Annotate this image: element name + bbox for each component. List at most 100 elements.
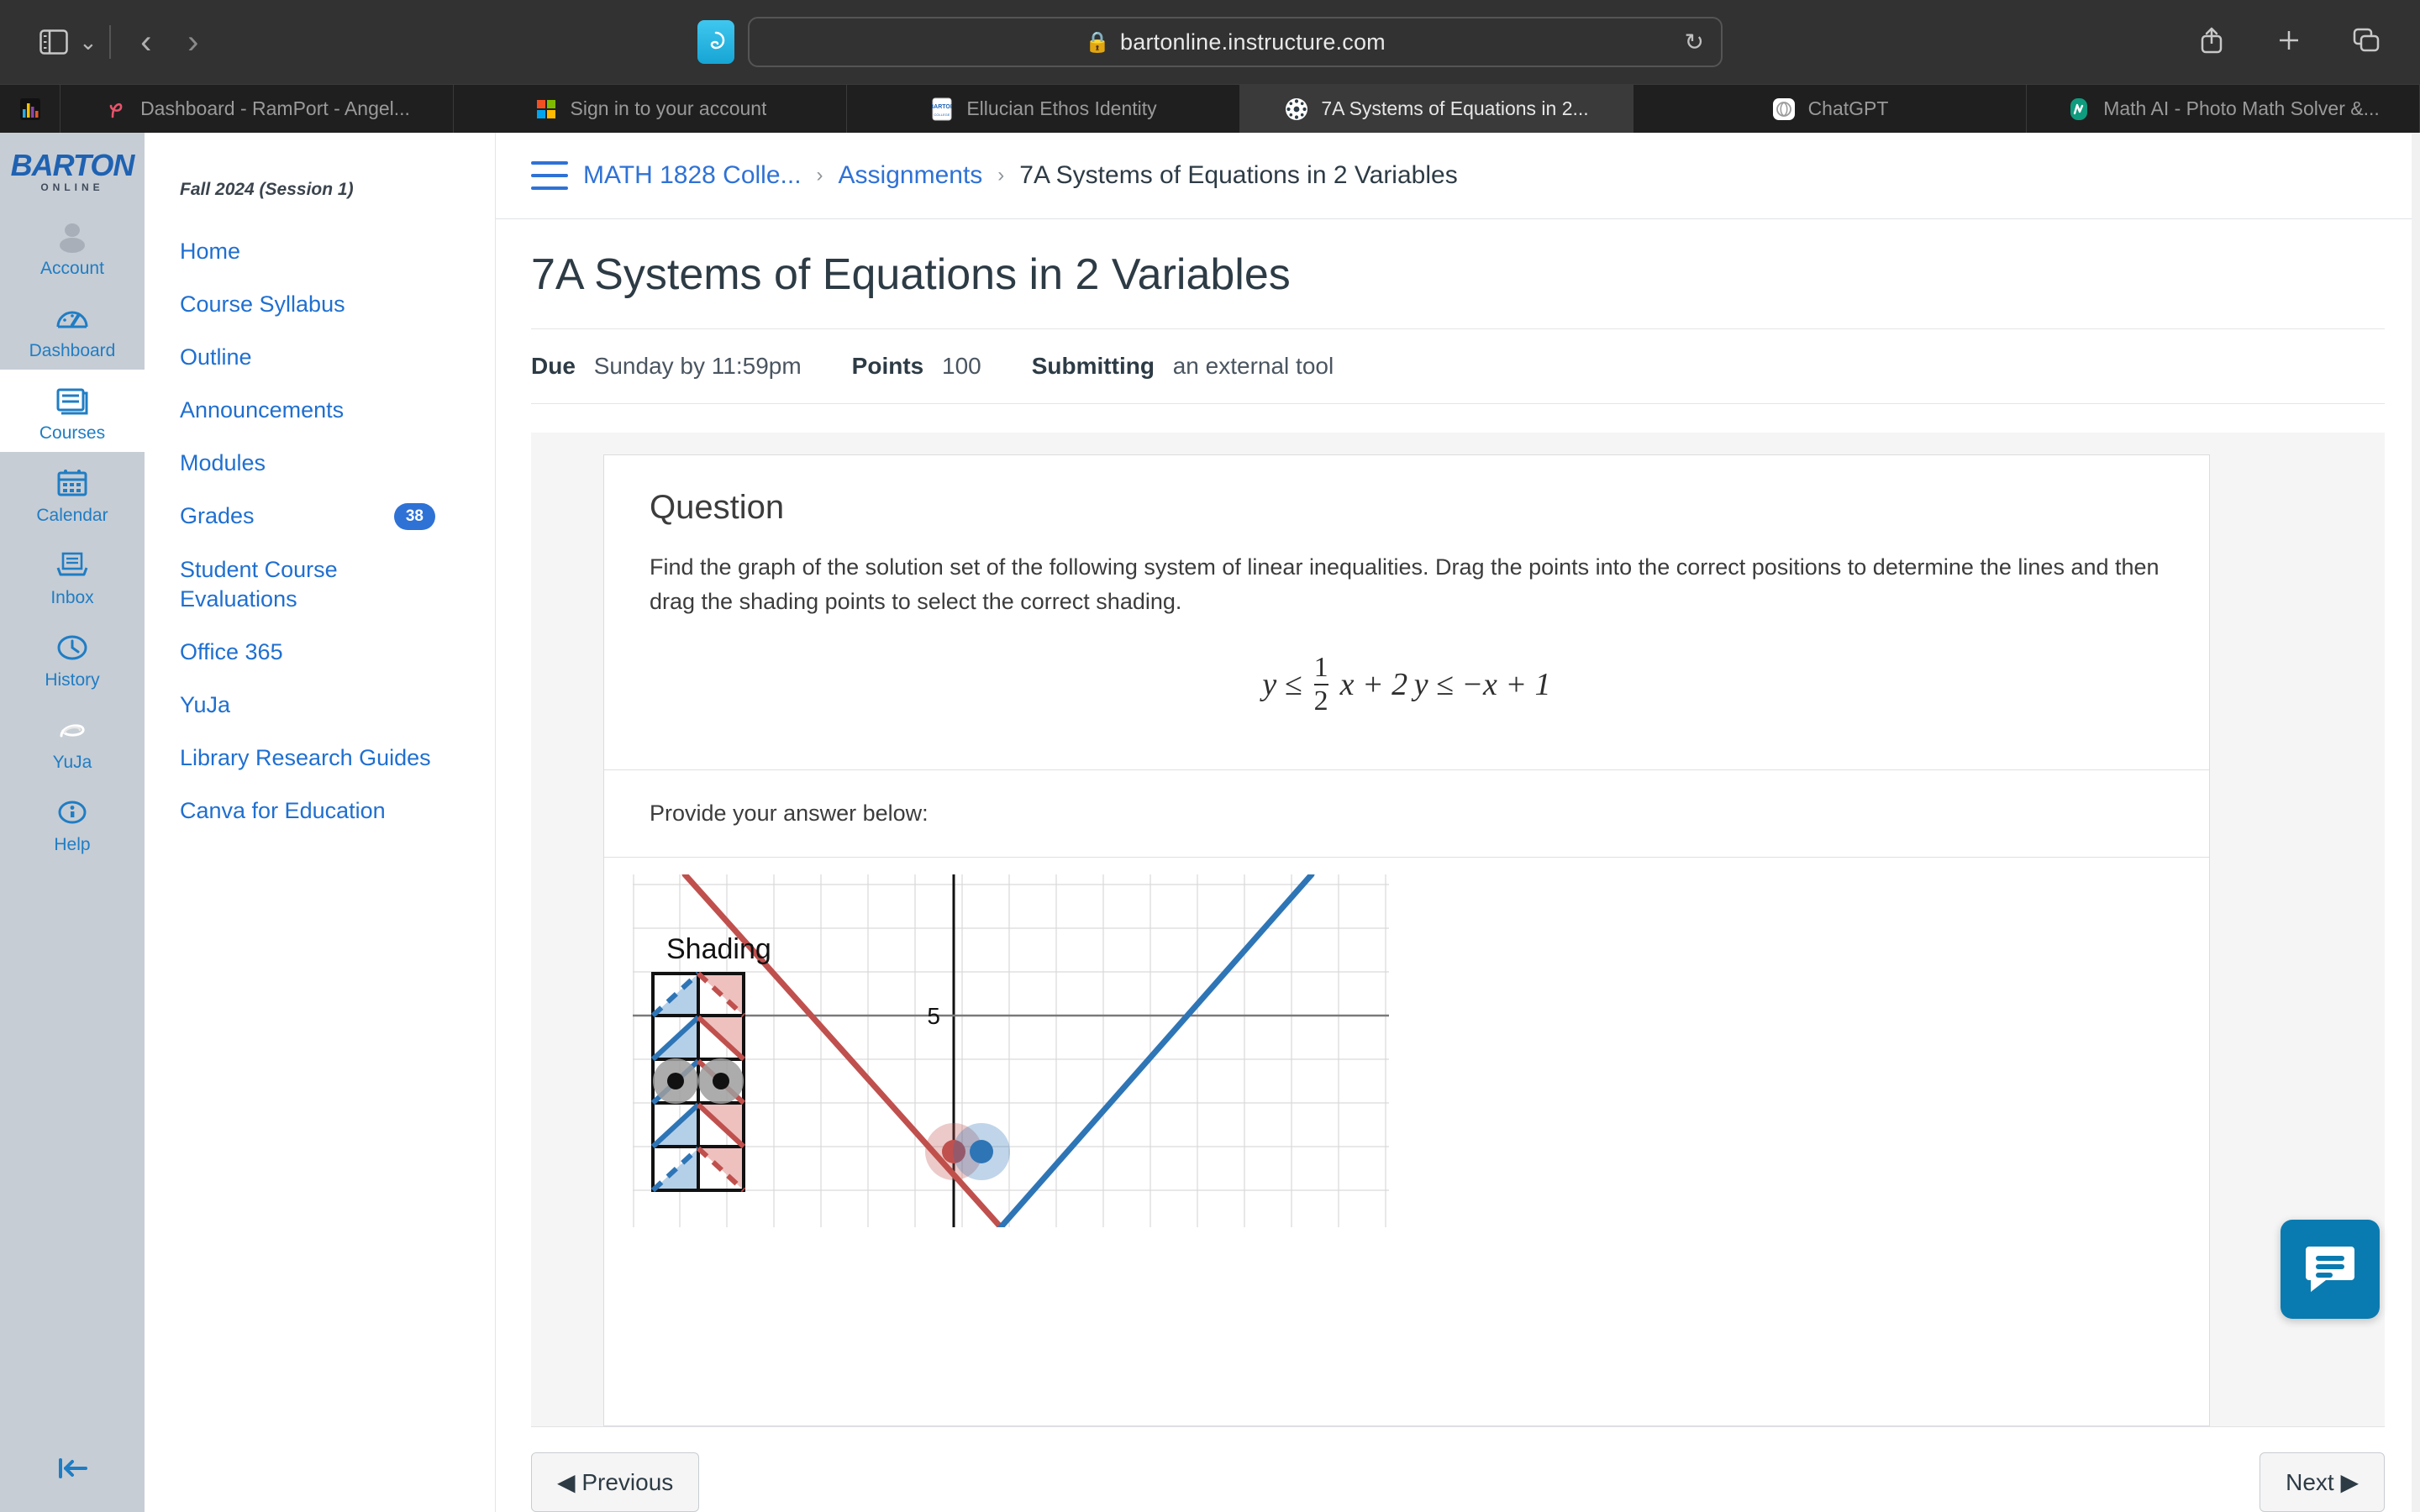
next-label: Next [2286, 1469, 2334, 1495]
new-tab-button[interactable] [2265, 18, 2312, 66]
previous-button[interactable]: ◀ Previous [531, 1452, 700, 1512]
answer-prompt: Provide your answer below: [650, 801, 929, 826]
page-scrollbar[interactable] [2412, 133, 2420, 1512]
fraction-numerator: 1 [1313, 652, 1328, 683]
sidebar-toggle-button[interactable] [30, 18, 77, 66]
collapse-sidebar-icon [49, 1453, 96, 1488]
inbox-tray-icon [53, 546, 92, 585]
global-nav-label: Dashboard [29, 341, 116, 360]
tab-label: ChatGPT [1807, 97, 1889, 119]
fraction-one-half: 1 2 [1313, 652, 1328, 716]
browser-tab-6[interactable]: Math AI - Photo Math Solver &... [2027, 85, 2420, 133]
lock-icon: 🔒 [1085, 30, 1111, 54]
share-button[interactable] [2188, 18, 2235, 66]
chevron-down-icon[interactable]: ⌄ [79, 29, 97, 55]
browser-tab-1[interactable]: Dashboard - RamPort - Angel... [60, 85, 454, 133]
grades-count-badge: 38 [393, 502, 435, 531]
back-button[interactable]: ‹ [123, 18, 170, 66]
course-nav-label: Student Course Evaluations [180, 556, 338, 612]
browser-tab-active[interactable]: 7A Systems of Equations in 2... [1240, 85, 1634, 133]
course-nav-item-office-365[interactable]: Office 365 [180, 626, 457, 679]
graph-svg[interactable]: 5 Shading [633, 874, 1389, 1227]
tab-label: Dashboard - RamPort - Angel... [140, 97, 410, 119]
global-nav-label: Account [40, 259, 104, 278]
course-nav-label: Home [180, 239, 241, 264]
breadcrumb-course-link[interactable]: MATH 1828 Colle... [583, 161, 802, 190]
course-navigation: Fall 2024 (Session 1) Home Course Syllab… [145, 133, 496, 1512]
global-nav-item-yuja[interactable]: YuJa [0, 699, 145, 781]
question-card-header: Question [604, 455, 2209, 527]
extension-icon[interactable] [697, 20, 734, 64]
breadcrumb-assignments-link[interactable]: Assignments [839, 161, 983, 190]
external-tool-frame: Question Find the graph of the solution … [531, 433, 2385, 1426]
course-nav-label: Library Research Guides [180, 744, 431, 770]
submitting-value: an external tool [1172, 353, 1334, 379]
submitting-meta: Submitting an external tool [1032, 353, 1334, 380]
course-nav-item-home[interactable]: Home [180, 225, 457, 278]
global-nav-item-help[interactable]: Help [0, 781, 145, 864]
global-nav-item-history[interactable]: History [0, 617, 145, 699]
plus-icon [2276, 28, 2302, 57]
course-nav-label: YuJa [180, 691, 231, 717]
account-avatar-icon [53, 217, 92, 255]
tab-overview-button[interactable] [2343, 18, 2390, 66]
address-bar-content: 🔒 bartonline.instructure.com [1085, 29, 1386, 55]
forward-button[interactable]: › [170, 18, 217, 66]
course-nav-item-modules[interactable]: Modules [180, 437, 457, 490]
breadcrumb-current: 7A Systems of Equations in 2 Variables [1019, 161, 1458, 189]
global-nav-item-courses[interactable]: Courses [0, 370, 145, 452]
course-nav-item-canva-for-education[interactable]: Canva for Education [180, 785, 457, 837]
next-button[interactable]: Next ▶ [2260, 1452, 2385, 1512]
back-arrow-icon: ‹ [140, 24, 152, 60]
question-card: Question Find the graph of the solution … [603, 454, 2210, 1426]
hamburger-menu-icon[interactable] [531, 161, 568, 190]
collapse-sidebar-button[interactable] [47, 1452, 97, 1488]
blue-drag-point [953, 1123, 1010, 1180]
svg-text:COLLEGE: COLLEGE [934, 113, 950, 117]
interactive-graph[interactable]: 5 Shading [633, 874, 1389, 1227]
reload-icon[interactable]: ↻ [1685, 29, 1704, 56]
course-nav-label: Grades [180, 503, 255, 529]
course-nav-label: Outline [180, 344, 252, 370]
course-nav-item-grades[interactable]: Grades 38 [180, 490, 457, 543]
previous-label: Previous [581, 1469, 674, 1495]
course-nav-item-library-research-guides[interactable]: Library Research Guides [180, 732, 457, 785]
global-nav-label: Inbox [50, 588, 94, 607]
course-nav-item-outline[interactable]: Outline [180, 331, 457, 384]
global-nav-item-inbox[interactable]: Inbox [0, 534, 145, 617]
browser-tab-5[interactable]: ChatGPT [1634, 85, 2027, 133]
browser-tab-2[interactable]: Sign in to your account [454, 85, 847, 133]
global-nav-label: Courses [39, 423, 106, 443]
canvas-favicon [1284, 97, 1309, 122]
course-nav-item-announcements[interactable]: Announcements [180, 384, 457, 437]
course-nav-item-student-course-evaluations[interactable]: Student Course Evaluations [180, 543, 457, 626]
barton-favicon: BARTON COLLEGE [929, 97, 955, 122]
inequality-1-lhs: y ≤ [1262, 666, 1302, 702]
browser-tab-pinned[interactable] [0, 85, 60, 133]
question-body: Find the graph of the solution set of th… [604, 527, 2209, 769]
question-heading: Question [650, 489, 785, 526]
global-nav-label: History [45, 670, 100, 690]
tab-label: 7A Systems of Equations in 2... [1321, 97, 1589, 119]
global-nav-label: YuJa [52, 753, 92, 772]
tab-label: Math AI - Photo Math Solver &... [2103, 97, 2380, 119]
submitting-label: Submitting [1031, 353, 1155, 379]
inequality-system: y ≤ 1 2 x + 2 y ≤ −x + 1 [650, 654, 2164, 734]
toolbar-center-group: 🔒 bartonline.instructure.com ↻ [697, 17, 1723, 67]
points-value: 100 [942, 353, 981, 379]
main-content: MATH 1828 Colle... › Assignments › 7A Sy… [496, 133, 2420, 1512]
course-nav-item-course-syllabus[interactable]: Course Syllabus [180, 278, 457, 331]
graph-area[interactable]: 5 Shading [604, 857, 2209, 1425]
ramport-favicon [103, 97, 129, 122]
chat-support-button[interactable] [2281, 1220, 2380, 1319]
points-meta: Points 100 [852, 353, 981, 380]
term-label: Fall 2024 (Session 1) [180, 180, 354, 199]
assignment-content: 7A Systems of Equations in 2 Variables D… [496, 218, 2420, 1426]
address-bar[interactable]: 🔒 bartonline.instructure.com ↻ [748, 17, 1723, 67]
course-nav-item-yuja[interactable]: YuJa [180, 679, 457, 732]
global-nav-item-account[interactable]: Account [0, 205, 145, 287]
page-body: BARTON ONLINE Account Dashboard Courses [0, 133, 2420, 1512]
global-nav-item-dashboard[interactable]: Dashboard [0, 287, 145, 370]
browser-tab-3[interactable]: BARTON COLLEGE Ellucian Ethos Identity [847, 85, 1240, 133]
global-nav-item-calendar[interactable]: Calendar [0, 452, 145, 534]
